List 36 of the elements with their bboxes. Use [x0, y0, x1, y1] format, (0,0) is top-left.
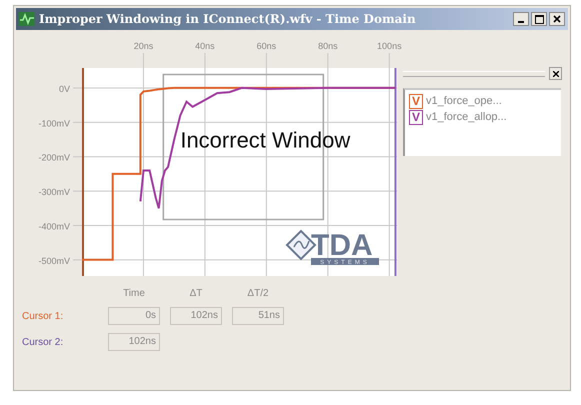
axis-label: 20ns [134, 41, 154, 51]
close-button[interactable] [549, 12, 565, 26]
column-header: ΔT/2 [246, 288, 270, 299]
axis-label: -100mV [38, 118, 70, 128]
axis-label: 0V [58, 84, 70, 94]
axis-label: 60ns [256, 41, 276, 51]
axis-label: -400mV [38, 221, 70, 232]
annotation-text: Incorrect Window [180, 128, 350, 152]
signal-name[interactable]: v1_force_allop... [426, 111, 507, 123]
minimize-button[interactable] [513, 12, 529, 26]
value-field: 102ns [170, 307, 222, 325]
value-field: 102ns [108, 333, 160, 351]
signal-badge: V [409, 94, 423, 108]
column-header: ΔT [188, 288, 204, 299]
axis-label: 100ns [377, 41, 402, 51]
cursor-label: Cursor 1: [22, 310, 64, 322]
close-icon [553, 15, 561, 23]
cursor-line[interactable] [394, 68, 396, 276]
value-field: 0s [108, 307, 160, 325]
axis-label: -300mV [38, 187, 70, 198]
waveform-icon [19, 12, 35, 26]
close-icon [552, 70, 558, 76]
column-header: Time [122, 288, 146, 299]
maximize-button[interactable] [531, 12, 547, 26]
axis-label: 80ns [318, 41, 338, 51]
cursor-label: Cursor 2: [22, 336, 64, 348]
signal-badge: V [409, 110, 423, 124]
close-button[interactable] [549, 67, 562, 80]
value-field: 51ns [232, 307, 284, 325]
window-title: Improper Windowing in IConnect(R).wfv - Time Domain [39, 12, 416, 26]
axis-label: -500mV [38, 256, 70, 266]
axis-label: -200mV [38, 152, 70, 163]
signal-name[interactable]: v1_force_ope... [426, 95, 502, 107]
panel-grip[interactable] [403, 70, 545, 76]
maximize-icon [534, 14, 544, 24]
axis-label: 40ns [195, 41, 215, 51]
